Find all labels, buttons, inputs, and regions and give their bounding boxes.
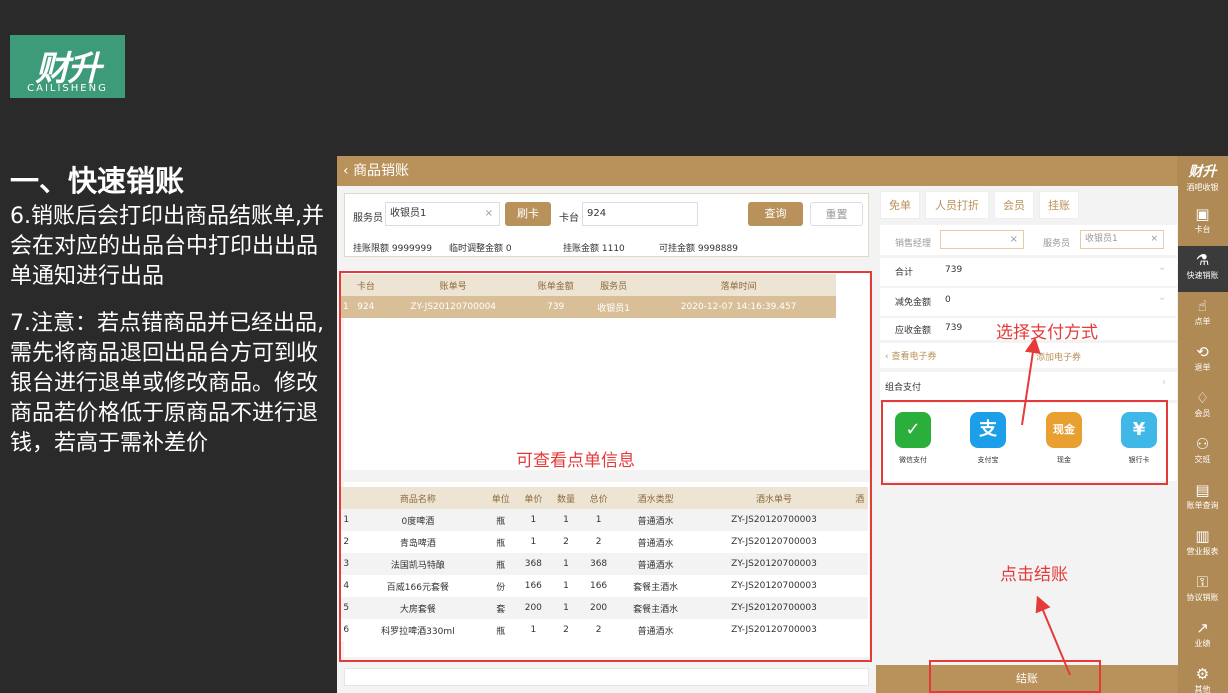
sidebar-item-label: 快速销账 <box>1186 271 1219 280</box>
total-value: 739 <box>945 265 963 275</box>
annotation-select-payment: 选择支付方式 <box>996 323 1098 343</box>
credit-amount: 挂账金额 1110 <box>563 244 625 254</box>
quick-checkout-icon: ⚗ <box>1195 251 1210 269</box>
waiter-input-value: 收银员1 <box>390 208 427 219</box>
member-diamond-icon: ♢ <box>1195 389 1210 407</box>
bottom-bar <box>344 668 869 686</box>
sidebar-item-bill-search[interactable]: ▤ 账单查询 <box>1177 476 1228 522</box>
chevron-down-icon[interactable]: ⌄ <box>1158 292 1166 303</box>
sidebar-item-order-hand[interactable]: ☝ 点单 <box>1177 292 1228 338</box>
tab-credit[interactable]: 挂账 <box>1039 191 1079 219</box>
sidebar-item-label: 卡台 <box>1194 225 1211 234</box>
sidebar-brand: 财升 酒吧收银 <box>1177 156 1228 193</box>
view-coupon-label: 查看电子券 <box>891 352 937 362</box>
waiter2-input[interactable]: 收银员1 × <box>1080 230 1164 249</box>
report-icon: ▥ <box>1195 527 1210 545</box>
discount-label: 减免金额 <box>895 298 932 308</box>
tab-member[interactable]: 会员 <box>994 191 1034 219</box>
sidebar-item-quick-checkout[interactable]: ⚗ 快速销账 <box>1177 246 1228 292</box>
slide-note-6: 6.销账后会打印出商品结账单,并会在对应的出品台中打印出出品单通知进行出品 <box>10 204 324 289</box>
page-title: 商品销账 <box>353 163 410 179</box>
sales-manager-input[interactable]: × <box>940 230 1024 249</box>
annotation-click-checkout: 点击结账 <box>1000 565 1068 585</box>
sidebar-item-agreement[interactable]: ⚿ 协议销账 <box>1177 568 1228 614</box>
available-credit: 可挂金额 9998889 <box>659 244 738 254</box>
query-button[interactable]: 查询 <box>748 202 803 226</box>
shift-users-icon: ⚇ <box>1195 435 1210 453</box>
total-row <box>880 258 1177 286</box>
due-label: 应收金额 <box>895 326 932 336</box>
chevron-right-icon[interactable]: › <box>1162 377 1166 388</box>
table-input[interactable]: 924 <box>582 202 698 226</box>
waiter2-label: 服务员 <box>1043 239 1071 249</box>
sidebar-item-refund[interactable]: ⟲ 退单 <box>1177 338 1228 384</box>
tab-staff-discount[interactable]: 人员打折 <box>925 191 989 219</box>
sales-manager-label: 销售经理 <box>895 239 932 249</box>
annotation-order-info: 可查看点单信息 <box>516 451 635 471</box>
table-icon: ▣ <box>1195 205 1210 223</box>
table-label: 卡台 <box>559 213 579 224</box>
sidebar-item-label: 协议销账 <box>1186 593 1219 602</box>
sidebar-item-performance-chart[interactable]: ↗ 业绩 <box>1177 614 1228 660</box>
sidebar-item-table[interactable]: ▣ 卡台 <box>1177 200 1228 246</box>
sidebar-item-label: 其他 <box>1194 685 1211 693</box>
due-value: 739 <box>945 323 963 333</box>
total-label: 合计 <box>895 268 914 278</box>
discount-value: 0 <box>945 295 951 305</box>
view-coupon-link[interactable]: ‹ 查看电子券 <box>885 349 936 362</box>
annotation-box-payment <box>881 400 1168 485</box>
sidebar-item-label: 营业报表 <box>1186 547 1219 556</box>
settings-gear-icon: ⚙ <box>1195 665 1210 683</box>
combo-pay-row[interactable] <box>880 372 1177 400</box>
slide-heading: 一、快速销账 <box>10 164 185 198</box>
bill-search-icon: ▤ <box>1195 481 1210 499</box>
clear-icon[interactable]: × <box>1010 229 1018 251</box>
refund-icon: ⟲ <box>1196 343 1209 361</box>
waiter-label: 服务员 <box>353 213 383 224</box>
combo-pay-label: 组合支付 <box>885 383 922 393</box>
brand-logo: 财升 CAILISHENG <box>10 35 125 98</box>
annotation-box-checkout <box>929 660 1101 693</box>
swipe-card-button[interactable]: 刷卡 <box>505 202 551 226</box>
sidebar-item-label: 业绩 <box>1194 639 1211 648</box>
tab-free-order[interactable]: 免单 <box>880 191 920 219</box>
sidebar-item-label: 退单 <box>1194 363 1211 372</box>
slide-note-7: 7.注意：若点错商品并已经出品,需先将商品退回出品台方可到收银台进行退单或修改商… <box>10 311 324 456</box>
waiter2-input-value: 收银员1 <box>1085 234 1118 244</box>
sidebar-item-label: 会员 <box>1194 409 1211 418</box>
chevron-down-icon[interactable]: ⌄ <box>1158 262 1166 273</box>
chevron-left-icon[interactable]: ‹ <box>343 163 349 179</box>
clear-icon[interactable]: × <box>485 203 493 225</box>
reset-button[interactable]: 重置 <box>810 202 863 226</box>
credit-limit: 挂账限额 9999999 <box>353 244 432 254</box>
sidebar-brand-logo: 财升 <box>1188 164 1217 180</box>
order-hand-icon: ☝ <box>1197 297 1208 315</box>
sidebar-item-report[interactable]: ▥ 营业报表 <box>1177 522 1228 568</box>
sidebar-item-member-diamond[interactable]: ♢ 会员 <box>1177 384 1228 430</box>
agreement-icon: ⚿ <box>1196 573 1209 591</box>
temp-adjust-amount: 临时调整金额 0 <box>449 244 512 254</box>
sidebar-item-settings-gear[interactable]: ⚙ 其他 <box>1177 660 1228 693</box>
logo-subtitle: CAILISHENG <box>27 83 108 94</box>
sidebar-item-label: 交班 <box>1194 455 1211 464</box>
performance-chart-icon: ↗ <box>1196 619 1209 637</box>
sidebar-item-label: 点单 <box>1194 317 1211 326</box>
app-titlebar: ‹ 商品销账 <box>337 156 1177 186</box>
sidebar-item-shift-users[interactable]: ⚇ 交班 <box>1177 430 1228 476</box>
waiter-input[interactable]: 收银员1 × <box>385 202 500 226</box>
add-coupon-link[interactable]: 添加电子券 <box>1036 350 1081 363</box>
sidebar-item-label: 账单查询 <box>1186 501 1219 510</box>
sidebar-brand-sub: 酒吧收银 <box>1186 183 1219 192</box>
right-sidebar: 财升 酒吧收银 ▣ 卡台 ⚗ 快速销账 ☝ 点单 ⟲ 退单 ♢ 会员 ⚇ 交班 ▤ 账单查询 ▥ 营业报表 ⚿ 协… <box>1177 156 1228 693</box>
clear-icon[interactable]: × <box>1150 231 1158 248</box>
